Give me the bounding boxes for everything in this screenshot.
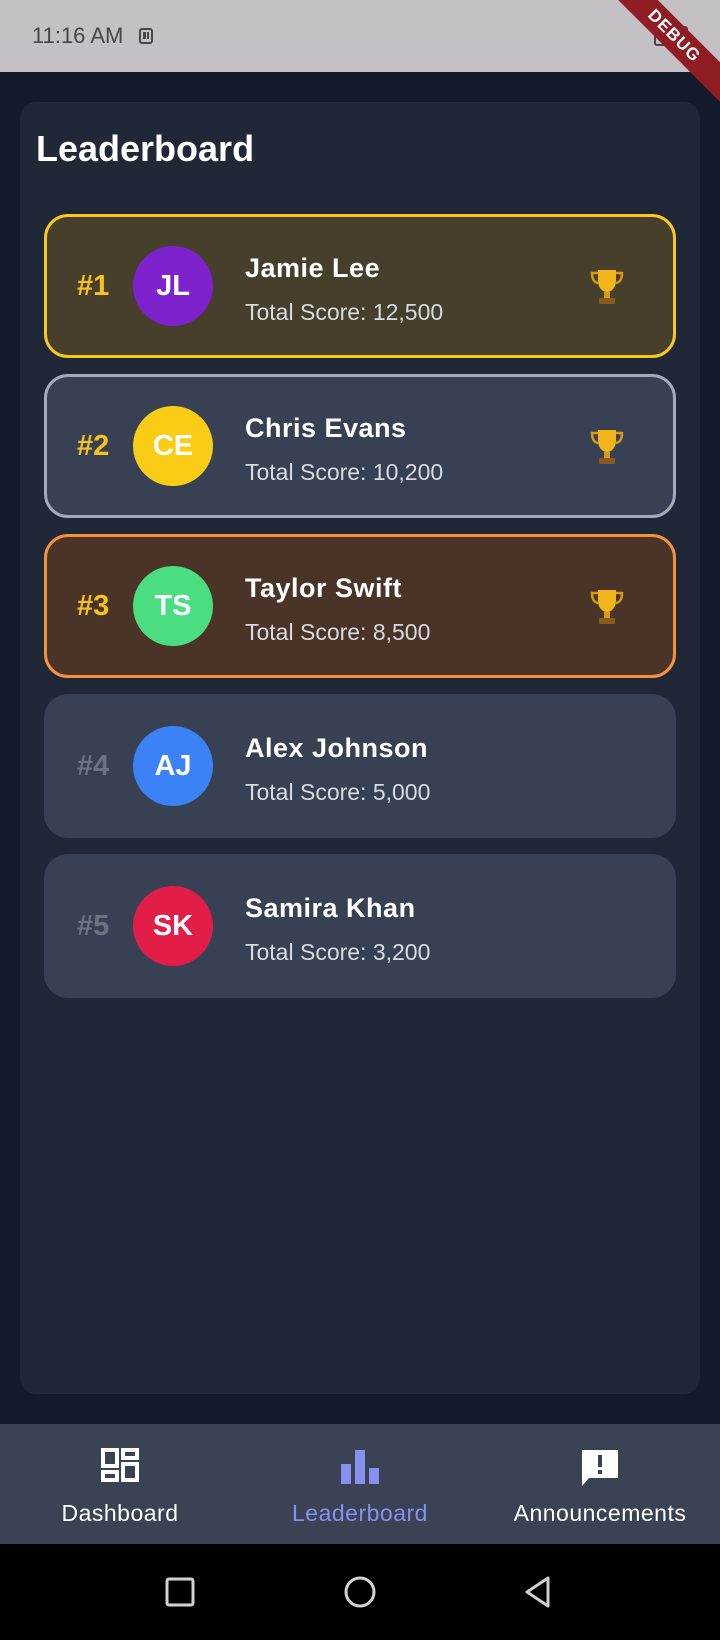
nav-leaderboard[interactable]: Leaderboard [240, 1424, 480, 1544]
player-score: Total Score: 5,000 [245, 779, 431, 805]
notification-icon [137, 27, 155, 45]
rank-label: #5 [77, 909, 110, 942]
player-name: Jamie Lee [245, 253, 381, 283]
player-score: Total Score: 12,500 [245, 299, 444, 325]
trophy-icon [590, 590, 624, 624]
back-icon[interactable] [520, 1574, 556, 1610]
home-icon[interactable] [342, 1574, 378, 1610]
trophy-icon [590, 430, 624, 464]
player-score: Total Score: 10,200 [245, 459, 444, 485]
leaderboard-entry-5[interactable]: #5 SK Samira Khan Total Score: 3,200 [44, 854, 676, 998]
recents-icon[interactable] [162, 1574, 198, 1610]
system-nav-bar [0, 1544, 720, 1640]
dashboard-icon [101, 1448, 139, 1482]
player-name: Taylor Swift [245, 573, 403, 603]
player-name: Samira Khan [245, 893, 416, 923]
rank-label: #3 [77, 589, 110, 622]
trophy-icon [590, 270, 624, 304]
avatar: SK [133, 886, 213, 966]
avatar: CE [133, 406, 213, 486]
leaderboard-entry-4[interactable]: #4 AJ Alex Johnson Total Score: 5,000 [44, 694, 676, 838]
rank-label: #1 [77, 269, 110, 302]
nav-label: Dashboard [61, 1500, 179, 1526]
avatar: JL [133, 246, 213, 326]
avatar: AJ [133, 726, 213, 806]
bar-chart-icon [341, 1450, 379, 1484]
rank-label: #4 [77, 749, 110, 782]
status-bar: 11:16 AM DEBUG [0, 0, 720, 103]
nav-label: Leaderboard [292, 1500, 428, 1526]
player-name: Alex Johnson [245, 733, 429, 763]
avatar: TS [133, 566, 213, 646]
rank-label: #2 [77, 429, 110, 462]
nav-dashboard[interactable]: Dashboard [0, 1424, 240, 1544]
player-score: Total Score: 3,200 [245, 939, 431, 965]
nav-label: Announcements [513, 1500, 687, 1526]
leaderboard-entry-3[interactable]: #3 TS Taylor Swift Total Score: 8,500 [44, 534, 676, 678]
player-score: Total Score: 8,500 [245, 619, 431, 645]
nav-announcements[interactable]: Announcements [480, 1424, 720, 1544]
leaderboard-card: Leaderboard #1 JL Jamie Lee Total Score:… [20, 102, 700, 1394]
status-time: 11:16 AM [32, 23, 124, 48]
page-title: Leaderboard [36, 128, 255, 169]
bottom-nav: Dashboard Leaderboard Announcements [0, 1424, 720, 1544]
leaderboard-entry-1[interactable]: #1 JL Jamie Lee Total Score: 12,500 [44, 214, 676, 358]
player-name: Chris Evans [245, 413, 407, 443]
debug-banner: DEBUG [607, 0, 720, 103]
announcement-icon [582, 1450, 618, 1486]
leaderboard-entry-2[interactable]: #2 CE Chris Evans Total Score: 10,200 [44, 374, 676, 518]
